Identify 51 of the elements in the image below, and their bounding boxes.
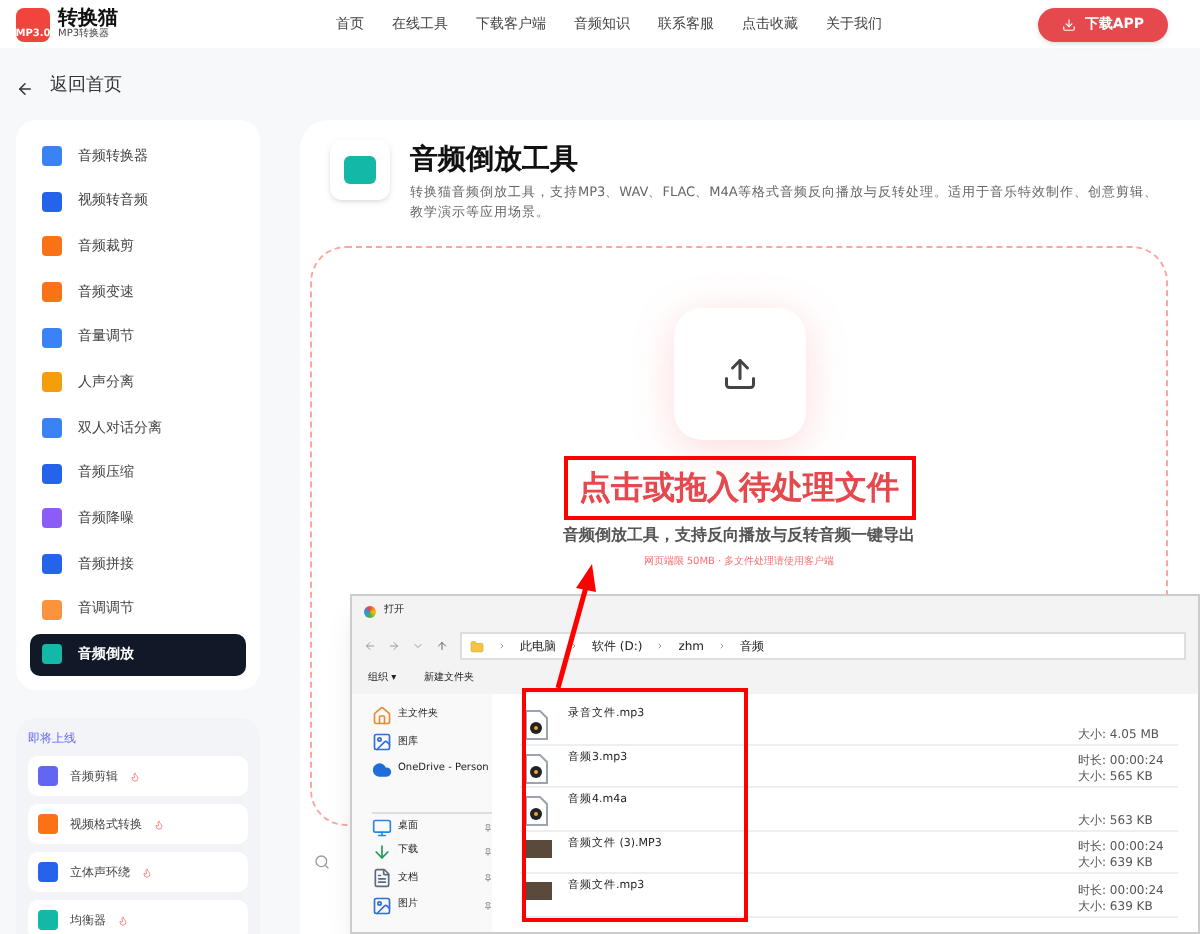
document-icon: [372, 868, 392, 889]
tool-logo-icon: [330, 140, 390, 200]
back-arrow-icon: [16, 79, 34, 97]
tool-icon: [38, 766, 58, 787]
tool-icon: [38, 910, 58, 931]
tool-icon: [42, 463, 62, 484]
search-icon: [314, 854, 330, 870]
tool-icon: [42, 417, 62, 438]
tool-icon: [42, 236, 62, 257]
folder-icon: [470, 639, 484, 653]
flame-icon: [154, 819, 164, 830]
logo-title: 转换猫: [58, 9, 118, 29]
flame-icon: [130, 771, 140, 782]
download-icon: [1062, 17, 1077, 31]
tool-icon: [42, 327, 62, 348]
tool-icon: [42, 644, 62, 665]
forward-icon[interactable]: [388, 640, 400, 652]
pin-icon: [484, 901, 492, 910]
tool-icon: [42, 281, 62, 302]
audio-file-icon: [524, 796, 548, 827]
tool-title: 音频倒放工具: [410, 141, 580, 180]
flame-icon: [142, 867, 152, 878]
app-icon: [364, 605, 376, 617]
tool-icon: [38, 862, 58, 883]
audio-file-icon: [524, 753, 548, 784]
back-link[interactable]: 返回首页: [0, 72, 138, 104]
upload-subtitle: 音频倒放工具，支持反向播放与反转音频一键导出: [563, 524, 915, 548]
upload-icon: [721, 356, 757, 392]
pin-icon: [484, 847, 492, 856]
flame-icon: [118, 915, 128, 926]
audio-file-icon: [524, 710, 548, 740]
download-icon: [372, 841, 392, 862]
pin-icon: [484, 823, 492, 832]
monitor-icon: [372, 817, 392, 838]
home-icon: [372, 705, 392, 726]
history-icon[interactable]: [412, 640, 424, 652]
pin-icon: [484, 874, 492, 883]
picture-icon: [372, 895, 392, 916]
tool-icon: [42, 145, 62, 166]
back-icon[interactable]: [364, 640, 376, 652]
tool-icon: [42, 372, 62, 393]
cloud-icon: [372, 759, 392, 780]
tool-icon: [42, 554, 62, 575]
tool-icon: [42, 599, 62, 620]
tool-icon: [42, 508, 62, 529]
tool-icon: [42, 191, 62, 212]
picture-icon: [372, 732, 392, 753]
upload-heading: 点击或拖入待处理文件: [563, 456, 915, 520]
up-icon[interactable]: [436, 640, 448, 652]
tool-icon: [38, 814, 58, 835]
upload-button[interactable]: [673, 308, 805, 440]
